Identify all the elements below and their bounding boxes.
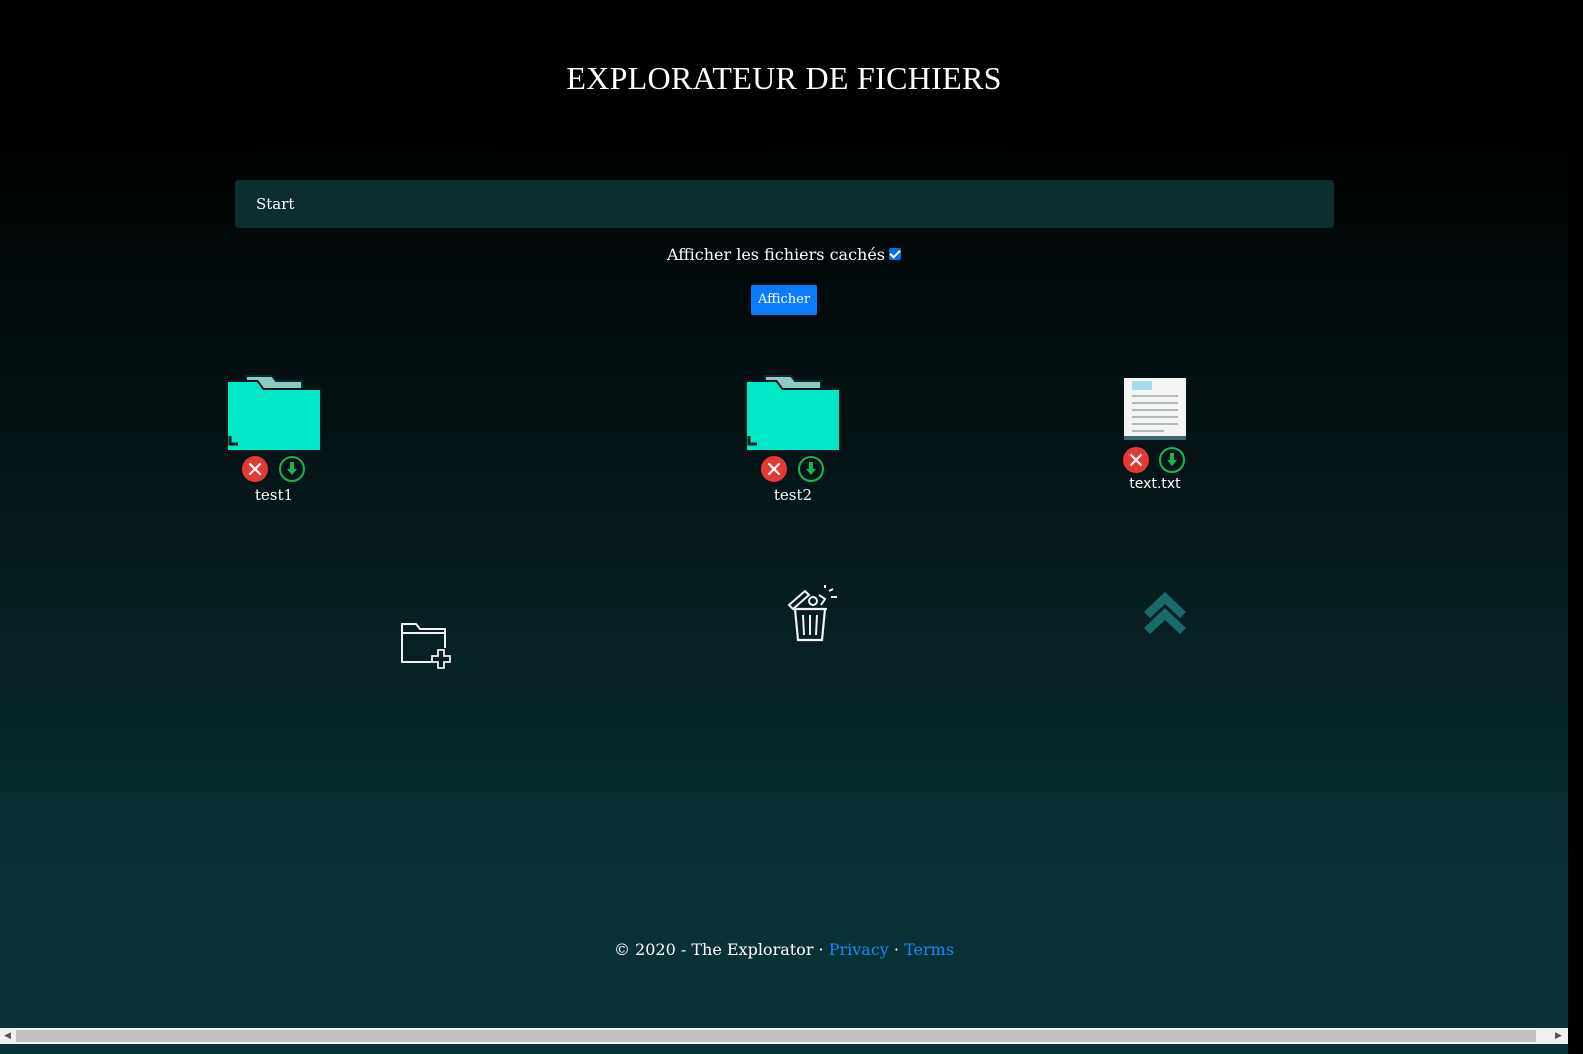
footer-text: © 2020 - The Explorator · Privacy · Term… — [0, 940, 1568, 959]
close-icon — [1129, 453, 1143, 467]
horizontal-scrollbar[interactable]: ◀ ▶ — [0, 1028, 1568, 1044]
download-button[interactable] — [1159, 447, 1185, 473]
download-icon — [1167, 453, 1177, 466]
folder-icon[interactable] — [743, 372, 843, 454]
copyright: © 2020 - The Explorator · — [613, 940, 829, 959]
privacy-link[interactable]: Privacy — [829, 940, 889, 959]
new-folder-icon[interactable] — [399, 620, 455, 672]
download-icon — [806, 462, 816, 475]
delete-button[interactable] — [1123, 447, 1149, 473]
page-title: EXPLORATEUR DE FICHIERS — [566, 60, 1002, 96]
afficher-button[interactable]: Afficher — [751, 285, 817, 315]
download-button[interactable] — [279, 456, 305, 482]
show-hidden-row: Afficher les fichiers cachés — [0, 245, 1568, 264]
close-icon — [248, 462, 262, 476]
scrollbar-thumb[interactable] — [16, 1030, 1536, 1042]
text-file-icon[interactable] — [1120, 376, 1190, 444]
delete-button[interactable] — [761, 456, 787, 482]
item-name[interactable]: text.txt — [1075, 476, 1235, 492]
download-button[interactable] — [798, 456, 824, 482]
item-name[interactable]: test1 — [194, 486, 354, 504]
breadcrumb-item-start[interactable]: Start — [256, 195, 294, 213]
file-item[interactable]: test2 — [743, 372, 843, 507]
breadcrumb[interactable]: Start — [235, 180, 1334, 228]
show-hidden-checkbox[interactable] — [889, 248, 902, 260]
footer — [16, 898, 1552, 1028]
delete-button[interactable] — [242, 456, 268, 482]
trash-icon[interactable] — [783, 585, 843, 645]
folder-icon[interactable] — [224, 372, 324, 454]
scroll-right-icon[interactable]: ▶ — [1555, 1031, 1562, 1041]
terms-link[interactable]: Terms — [904, 940, 954, 959]
download-icon — [287, 462, 297, 475]
window-edge — [1568, 0, 1583, 1054]
item-name[interactable]: test2 — [713, 486, 873, 504]
file-item[interactable]: test1 — [224, 372, 324, 507]
footer-separator: · — [888, 940, 905, 959]
parent-directory-icon[interactable] — [1140, 588, 1190, 638]
scroll-left-icon[interactable]: ◀ — [4, 1031, 11, 1041]
file-item[interactable]: text.txt — [1120, 376, 1190, 496]
show-hidden-label: Afficher les fichiers cachés — [666, 245, 886, 264]
close-icon — [767, 462, 781, 476]
